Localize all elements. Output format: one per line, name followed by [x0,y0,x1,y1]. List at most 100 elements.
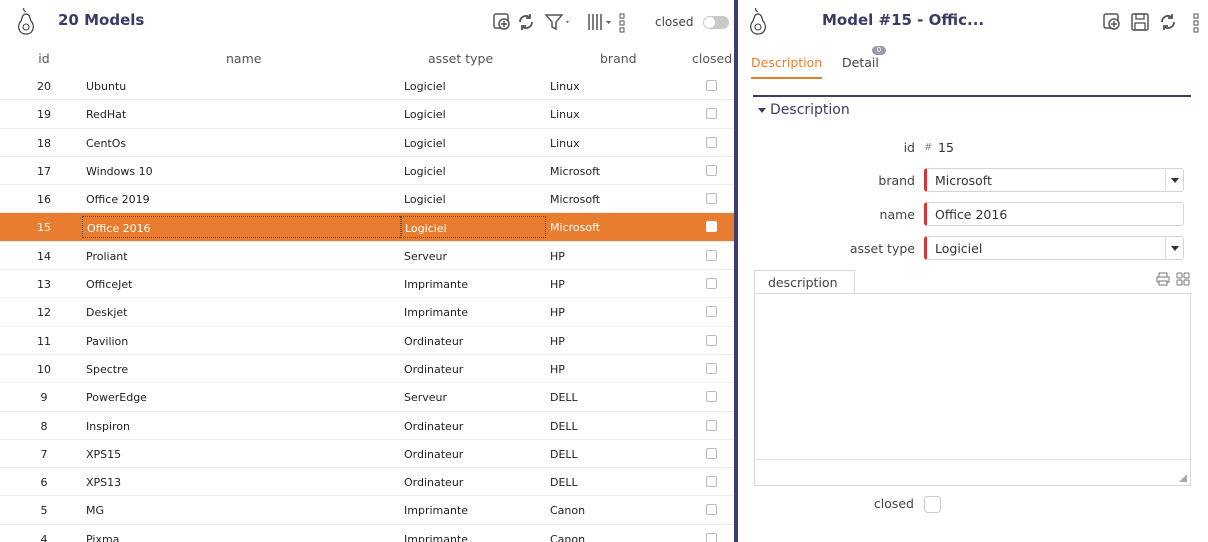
cell-name: Deskjet [86,306,128,320]
cell-name: Ubuntu [86,80,127,93]
cell-asset-type: Ordinateur [404,362,464,376]
cell-asset-type: Imprimante [404,532,469,542]
cell-name: OfficeJet [86,278,133,292]
table-row[interactable]: 5 MG Imprimante Canon [0,496,734,525]
table-row[interactable]: 12 Deskjet Imprimante HP [0,298,734,327]
table-row[interactable]: 14 Proliant Serveur HP [0,242,734,271]
closed-checkbox[interactable] [706,504,717,516]
table-row[interactable]: 9 PowerEdge Serveur DELL [0,383,734,412]
table-body: 20 Ubuntu Logiciel Linux 19 RedHat Logiciel Lin… [0,72,734,542]
detail-title: Model #15 - Offic... [822,11,985,29]
closed-checkbox[interactable] [706,306,717,318]
cell-brand: Linux [550,108,580,122]
cell-id: 9 [40,391,48,405]
closed-checkbox[interactable] [706,447,717,459]
cell-brand: Canon [550,504,586,518]
cell-brand: HP [550,362,565,376]
table-row[interactable]: 18 CentOs Logiciel Linux [0,129,734,157]
refresh-icon[interactable] [516,12,536,34]
columns-icon[interactable] [586,12,614,34]
closed-checkbox[interactable] [706,249,717,261]
print-icon[interactable] [1156,272,1170,286]
hash-icon: # [924,142,933,153]
section-description-toggle[interactable]: Description [758,102,850,118]
description-textarea[interactable] [754,293,1191,486]
table-row[interactable]: 6 XPS13 Ordinateur DELL [0,468,734,497]
cell-asset-type: Logiciel [400,216,546,239]
caret-down-icon [758,108,766,113]
closed-checkbox[interactable] [706,164,717,176]
closed-checkbox[interactable] [706,221,717,233]
closed-checkbox[interactable] [706,334,717,346]
id-value: 15 [938,140,954,155]
closed-checkbox[interactable] [924,496,941,513]
closed-checkbox[interactable] [706,476,717,488]
cell-id: 14 [37,249,51,263]
cell-asset-type: Logiciel [404,136,446,150]
more-icon[interactable] [1192,12,1200,34]
editor-status-bar [755,459,1190,485]
filter-icon[interactable] [544,12,572,34]
chevron-down-icon[interactable] [1165,237,1183,259]
tab-detail[interactable]: Detail [842,55,879,70]
table-row[interactable]: 19 RedHat Logiciel Linux [0,100,734,129]
resize-handle[interactable] [1179,474,1187,482]
chevron-down-icon[interactable] [1165,169,1183,191]
closed-checkbox[interactable] [706,136,717,148]
cell-brand: Microsoft [550,221,601,235]
table-row[interactable]: 16 Office 2019 Logiciel Microsoft [0,185,734,214]
table-row[interactable]: 8 Inspiron Ordinateur DELL [0,412,734,440]
add-icon[interactable] [1102,12,1122,32]
cell-id: 5 [40,504,48,518]
cell-id: 19 [37,108,51,122]
table-row[interactable]: 13 OfficeJet Imprimante HP [0,270,734,299]
description-editor-tab[interactable]: description [754,270,855,294]
table-row[interactable]: 11 Pavilion Ordinateur HP [0,327,734,355]
table-row[interactable]: 4 Pixma Imprimante Canon [0,525,734,542]
add-icon[interactable] [492,12,512,34]
list-header: 20 Models closed [0,0,734,48]
cell-brand: HP [550,249,565,263]
table-row[interactable]: 10 Spectre Ordinateur HP [0,355,734,384]
closed-checkbox[interactable] [706,80,717,91]
table-row[interactable]: 17 Windows 10 Logiciel Microsoft [0,157,734,186]
closed-checkbox[interactable] [706,532,717,542]
brand-value: Microsoft [935,173,992,188]
closed-checkbox[interactable] [706,391,717,403]
column-header-name[interactable]: name [226,51,261,66]
cell-asset-type: Logiciel [404,80,446,93]
column-header-id[interactable]: id [0,51,88,66]
cell-asset-type: Serveur [404,391,448,405]
pear-logo-icon [746,8,770,38]
expand-icon[interactable] [1176,272,1190,286]
table-header: id name asset type brand closed [0,48,734,70]
name-input[interactable]: Office 2016 [924,202,1184,226]
closed-checkbox[interactable] [706,278,717,290]
cell-brand: DELL [550,391,578,405]
closed-label: closed [873,496,914,511]
cell-id: 17 [37,164,51,178]
cell-name: Proliant [86,249,128,263]
brand-select[interactable]: Microsoft [924,168,1184,192]
asset-type-select[interactable]: Logiciel [924,236,1184,260]
closed-checkbox[interactable] [706,419,717,431]
column-header-closed[interactable]: closed [692,51,732,66]
closed-checkbox[interactable] [706,108,717,120]
closed-checkbox[interactable] [706,362,717,374]
more-icon[interactable] [618,12,626,34]
column-header-brand[interactable]: brand [600,51,637,66]
table-row[interactable]: 7 XPS15 Ordinateur DELL [0,440,734,469]
cell-id: 7 [40,447,48,461]
cell-brand: Microsoft [550,164,601,178]
closed-toggle[interactable] [703,16,729,29]
cell-brand: HP [550,306,565,320]
table-row[interactable]: 15 Office 2016 Logiciel Microsoft [0,213,734,242]
save-icon[interactable] [1130,12,1150,32]
cell-name: PowerEdge [86,391,147,405]
tab-description[interactable]: Description [751,55,823,79]
cell-asset-type: Logiciel [404,164,446,178]
closed-checkbox[interactable] [706,193,717,205]
column-header-asset-type[interactable]: asset type [428,51,493,66]
refresh-icon[interactable] [1158,12,1178,32]
table-row[interactable]: 20 Ubuntu Logiciel Linux [0,72,734,101]
